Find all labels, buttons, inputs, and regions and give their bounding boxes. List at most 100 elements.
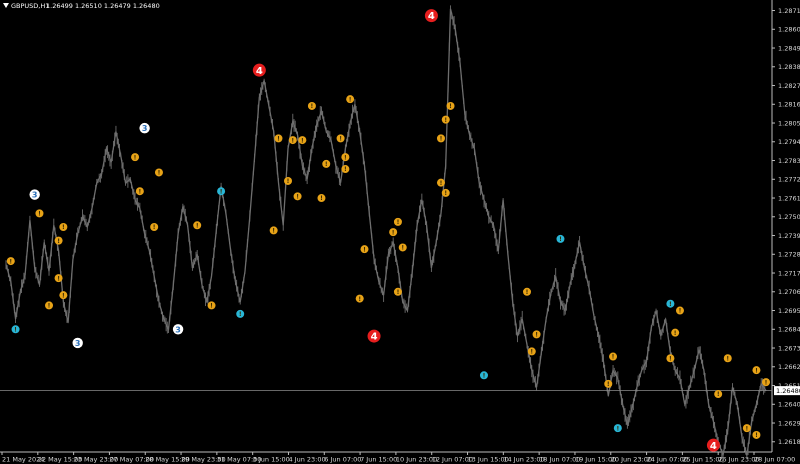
wave-count-marker[interactable]: 3 (72, 337, 83, 349)
marker-label: ! (158, 170, 161, 177)
marker-label: ! (449, 103, 452, 110)
marker-label: ! (296, 194, 299, 201)
y-tick-label: 1.27390 (778, 232, 800, 240)
marker-label: ! (535, 332, 538, 339)
ohlc-readout: 1.26499 1.26510 1.26479 1.26480 (46, 2, 160, 10)
symbol-label: GBPUSD,H1 (11, 2, 49, 10)
marker-label: ! (196, 222, 199, 229)
marker-label: 4 (428, 11, 435, 22)
wave-count-marker[interactable]: 3 (172, 324, 184, 335)
y-tick-label: 1.27940 (778, 138, 800, 146)
y-tick-label: 1.27610 (778, 194, 800, 202)
marker-label: 4 (256, 66, 263, 77)
y-tick-label: 1.26180 (778, 438, 800, 446)
marker-label: ! (717, 391, 720, 398)
marker-label: ! (483, 372, 486, 379)
marker-label: ! (239, 311, 242, 318)
x-tick-label: 6 Jun 07:00 (324, 456, 361, 464)
chart-header: GBPUSD,H1 1.26499 1.26510 1.26479 1.2648… (3, 2, 160, 10)
y-tick-label: 1.26730 (778, 344, 800, 352)
marker-label: ! (220, 188, 223, 195)
price-chart[interactable]: 1.28710 1.28600 1.28490 1.28380 1.28270 1.281… (0, 0, 800, 464)
marker-label: ! (349, 96, 352, 103)
marker-label: ! (746, 425, 749, 432)
marker-label: 4 (710, 441, 717, 452)
marker-label: ! (153, 224, 156, 231)
marker-label: 3 (175, 325, 181, 334)
marker-label: ! (401, 245, 404, 252)
marker-label: ! (607, 381, 610, 388)
y-tick-label: 1.27280 (778, 251, 800, 259)
marker-label: ! (291, 137, 294, 144)
y-tick-label: 1.28050 (778, 119, 800, 127)
y-tick-label: 1.27830 (778, 157, 800, 165)
marker-label: ! (616, 425, 619, 432)
marker-label: ! (344, 154, 347, 161)
marker-label: ! (14, 326, 17, 333)
marker-label: ! (62, 224, 65, 231)
marker-label: ! (726, 355, 729, 362)
marker-label: ! (444, 117, 447, 124)
x-tick-label: 4 Jun 23:00 (288, 456, 325, 464)
marker-label: ! (344, 166, 347, 173)
x-tick-label: 3 Jun 15:00 (253, 456, 290, 464)
marker-label: ! (530, 349, 533, 356)
marker-label: ! (38, 211, 41, 218)
wave-count-marker[interactable]: 4 (424, 9, 438, 22)
marker-label: ! (277, 136, 280, 143)
marker-label: ! (444, 190, 447, 197)
marker-label: ! (301, 137, 304, 144)
marker-label: ! (392, 229, 395, 236)
marker-label: ! (311, 103, 314, 110)
y-tick-label: 1.26620 (778, 363, 800, 371)
marker-label: ! (559, 236, 562, 243)
marker-label: 3 (75, 339, 81, 348)
marker-label: ! (57, 275, 60, 282)
y-tick-label: 1.26290 (778, 419, 800, 427)
y-tick-label: 1.26950 (778, 307, 800, 315)
marker-label: 3 (32, 191, 38, 200)
y-tick-label: 1.27720 (778, 176, 800, 184)
marker-label: ! (755, 367, 758, 374)
y-tick-label: 1.27170 (778, 269, 800, 277)
y-tick-label: 1.28160 (778, 101, 800, 109)
marker-label: ! (48, 303, 51, 310)
marker-label: ! (612, 354, 615, 361)
x-tick-label: 28 Jun 07:00 (754, 456, 795, 464)
marker-label: ! (339, 136, 342, 143)
marker-label: ! (287, 178, 290, 185)
marker-label: ! (679, 308, 682, 315)
x-tick-label: 7 Jun 15:00 (360, 456, 397, 464)
marker-label: ! (9, 258, 12, 265)
marker-label: ! (210, 303, 213, 310)
marker-label: ! (669, 355, 672, 362)
wave-count-marker[interactable]: 4 (367, 329, 381, 343)
y-tick-label: 1.28270 (778, 82, 800, 90)
y-tick-label: 1.28490 (778, 44, 800, 52)
wave-count-marker[interactable]: 3 (29, 189, 40, 200)
y-tick-label: 1.27060 (778, 288, 800, 296)
marker-label: ! (526, 289, 529, 296)
marker-label: ! (397, 289, 400, 296)
wave-count-marker[interactable]: 4 (252, 63, 266, 77)
y-tick-label: 1.28710 (778, 7, 800, 15)
marker-label: ! (358, 296, 361, 303)
y-tick-label: 1.28600 (778, 26, 800, 34)
y-tick-label: 1.26840 (778, 326, 800, 334)
marker-label: ! (755, 432, 758, 439)
y-tick-label: 1.28380 (778, 63, 800, 71)
marker-label: ! (363, 246, 366, 253)
wave-count-marker[interactable]: 3 (139, 122, 150, 134)
marker-label: ! (272, 228, 275, 235)
marker-label: ! (440, 136, 443, 143)
marker-label: ! (325, 161, 328, 168)
y-tick-label: 1.26400 (778, 401, 800, 409)
marker-label: ! (320, 195, 323, 202)
marker-label: ! (669, 301, 672, 308)
current-price-label: 1.26480 (776, 387, 800, 395)
marker-label: ! (397, 219, 400, 226)
marker-label: ! (57, 238, 60, 245)
wave-count-marker[interactable]: 4 (706, 438, 720, 452)
marker-label: 4 (371, 332, 378, 343)
chart-background (0, 0, 800, 464)
